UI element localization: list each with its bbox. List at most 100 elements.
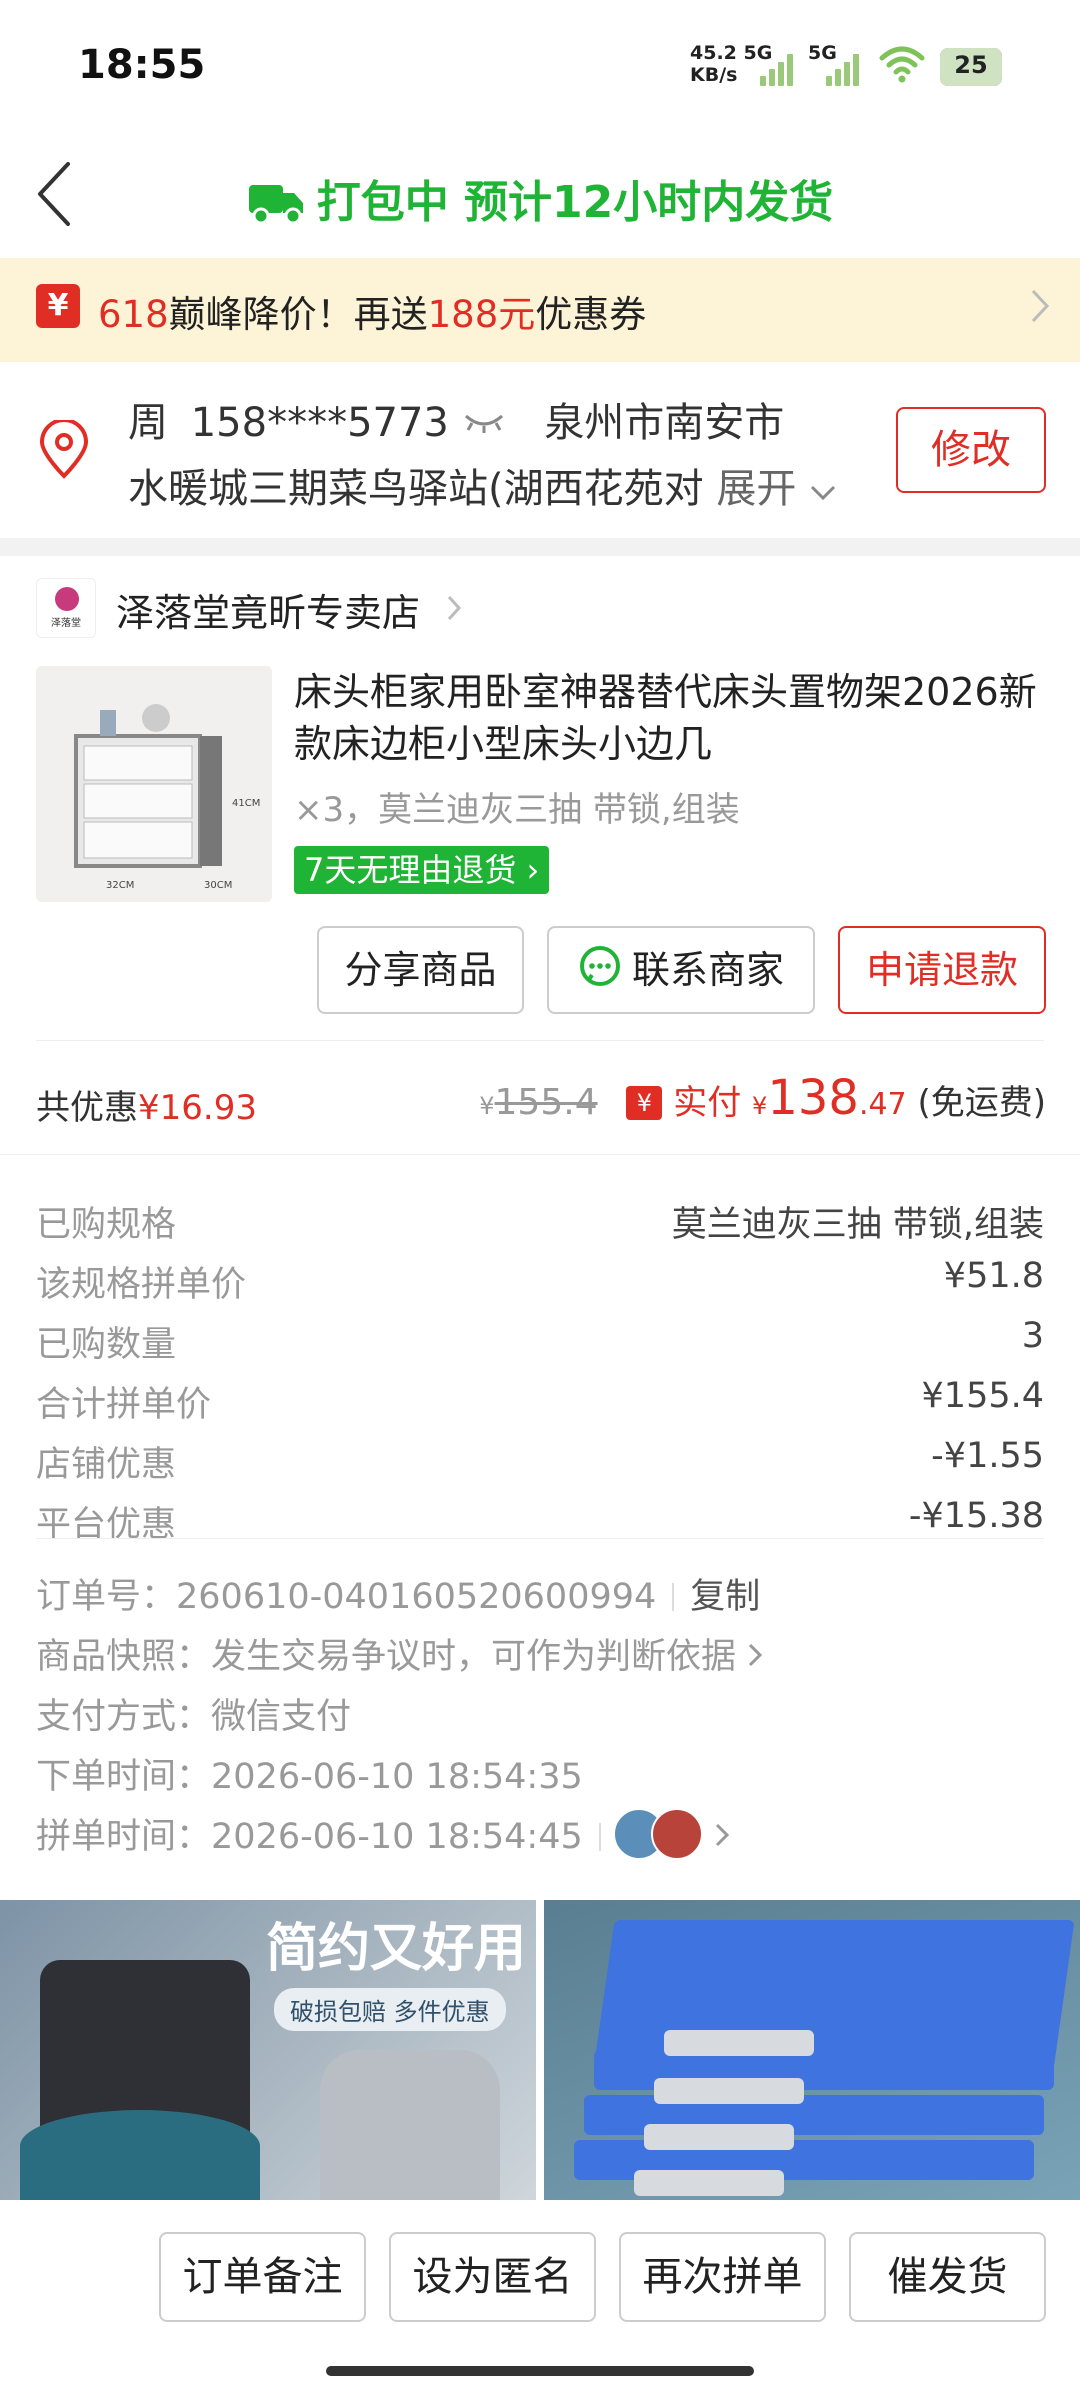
clock: 18:55 xyxy=(78,42,206,88)
regroup-button[interactable]: 再次拼单 xyxy=(619,2232,826,2322)
total-discount: 共优惠¥16.93 xyxy=(36,1080,257,1129)
group-time-label: 拼单时间： xyxy=(36,1817,212,1857)
payment-row: 支付方式：微信支付 xyxy=(36,1688,351,1739)
order-number-row: 订单号：260610-040160520600994 复制 xyxy=(36,1568,760,1619)
dimension-depth-label: 30CM xyxy=(204,880,232,891)
recipient-region: 泉州市南安市 xyxy=(544,400,785,446)
discount-value: ¥16.93 xyxy=(138,1088,257,1128)
store-name[interactable]: 泽落堂竟昕专卖店 xyxy=(116,582,420,637)
chevron-down-icon xyxy=(810,485,836,501)
paid-label: 实付 xyxy=(673,1083,742,1123)
set-anonymous-button[interactable]: 设为匿名 xyxy=(389,2232,596,2322)
bin-image xyxy=(20,2110,260,2200)
detail-value: ¥155.4 xyxy=(921,1376,1044,1416)
clipboard-ad[interactable] xyxy=(544,1900,1080,2200)
order-number-label: 订单号： xyxy=(36,1577,177,1617)
detail-value: ¥51.8 xyxy=(943,1256,1044,1296)
original-price: 155.4 xyxy=(494,1082,598,1123)
detail-label: 已购数量 xyxy=(36,1325,177,1365)
return-policy-badge[interactable]: 7天无理由退货 › xyxy=(294,846,550,894)
contact-seller-button[interactable]: 联系商家 xyxy=(547,926,815,1014)
product-spec: ×3，莫兰迪灰三抽 带锁,组装 xyxy=(294,790,740,830)
eye-closed-icon[interactable] xyxy=(462,410,506,434)
detail-row: 店铺优惠 -¥1.55 xyxy=(36,1436,1044,1496)
detail-row: 平台优惠 -¥15.38 xyxy=(36,1496,1044,1556)
divider xyxy=(36,1040,1044,1041)
ad-title: 简约又好用 xyxy=(266,1919,527,1979)
return-policy-text: 7天无理由退货 xyxy=(304,851,517,889)
dimension-width-label: 32CM xyxy=(106,880,134,891)
detail-label: 合计拼单价 xyxy=(36,1385,212,1425)
divider xyxy=(0,1154,1080,1155)
group-members[interactable] xyxy=(612,1808,703,1869)
copy-button[interactable]: 复制 xyxy=(690,1577,760,1617)
order-card: 泽落堂 泽落堂竟昕专卖店 32CM 30CM 41CM 床头柜家用卧室神器替代床… xyxy=(0,556,1080,1890)
expand-link[interactable]: 展开 xyxy=(716,466,796,512)
order-status-text: 打包中 预计12小时内发货 xyxy=(316,177,834,228)
payment-method: 微信支付 xyxy=(211,1697,352,1737)
snapshot-label: 商品快照： xyxy=(36,1637,212,1677)
detail-label: 平台优惠 xyxy=(36,1505,177,1545)
detail-value: 莫兰迪灰三抽 带锁,组装 xyxy=(671,1205,1044,1245)
promo-text-2: 优惠券 xyxy=(535,293,647,336)
home-indicator[interactable] xyxy=(326,2366,754,2376)
dimension-height-label: 41CM xyxy=(232,798,260,809)
promo-text-1: 巅峰降价！再送 xyxy=(168,293,428,336)
recommendation-banners: 简约又好用 破损包赔 多件优惠 xyxy=(0,1900,1080,2200)
group-time: 2026-06-10 18:54:45 xyxy=(211,1817,583,1857)
bottom-action-bar: 订单备注 设为匿名 再次拼单 催发货 xyxy=(0,2200,1080,2392)
signal-icon-2 xyxy=(826,50,866,86)
urge-shipping-button[interactable]: 催发货 xyxy=(849,2232,1046,2322)
payment-tag-icon: ¥ xyxy=(626,1086,663,1120)
battery-icon: 25 xyxy=(940,48,1002,86)
promo-text: 618巅峰降价！再送188元优惠券 xyxy=(98,284,646,338)
share-product-button[interactable]: 分享商品 xyxy=(317,926,524,1014)
order-number: 260610-040160520600994 xyxy=(176,1577,657,1617)
original-currency: ¥ xyxy=(479,1092,495,1120)
bin-image xyxy=(320,2050,500,2200)
shipping-address[interactable]: 周 158****5773 泉州市南安市 水暖城三期菜鸟驿站(湖西花苑对 展开 … xyxy=(0,362,1080,538)
discount-label: 共优惠 xyxy=(36,1088,138,1128)
group-time-row[interactable]: 拼单时间：2026-06-10 18:54:45 xyxy=(36,1808,730,1869)
address-detail-line: 水暖城三期菜鸟驿站(湖西花苑对 展开 xyxy=(128,456,848,514)
detail-label: 已购规格 xyxy=(36,1205,177,1245)
battery-level: 25 xyxy=(954,51,988,79)
net-speed-unit: KB/s xyxy=(690,64,738,86)
detail-row: 已购规格 莫兰迪灰三抽 带锁,组装 xyxy=(36,1196,1044,1256)
recipient-phone: 158****5773 xyxy=(190,400,449,446)
detail-row: 合计拼单价 ¥155.4 xyxy=(36,1376,1044,1436)
snapshot-row[interactable]: 商品快照：发生交易争议时，可作为判断依据 xyxy=(36,1628,763,1679)
detail-row: 该规格拼单价 ¥51.8 xyxy=(36,1256,1044,1316)
status-bar: 18:55 45.2 5G KB/s 5G 25 xyxy=(0,0,1080,130)
chevron-right-icon xyxy=(749,1643,763,1667)
signal-icon xyxy=(760,50,800,86)
detail-value: -¥15.38 xyxy=(908,1496,1044,1536)
snapshot-value: 发生交易争议时，可作为判断依据 xyxy=(211,1637,737,1677)
order-time-label: 下单时间： xyxy=(36,1757,212,1797)
detail-row: 已购数量 3 xyxy=(36,1316,1044,1376)
recipient-name: 周 xyxy=(128,400,168,446)
trash-bin-ad[interactable]: 简约又好用 破损包赔 多件优惠 xyxy=(0,1900,536,2200)
promo-banner[interactable]: ¥ 618巅峰降价！再送188元优惠券 xyxy=(0,258,1080,362)
order-time-row: 下单时间：2026-06-10 18:54:35 xyxy=(36,1748,583,1799)
chevron-right-icon xyxy=(715,1823,730,1847)
location-pin-icon xyxy=(39,420,89,479)
order-note-button[interactable]: 订单备注 xyxy=(159,2232,366,2322)
request-refund-button[interactable]: 申请退款 xyxy=(838,926,1046,1014)
product-image[interactable]: 32CM 30CM 41CM xyxy=(36,666,272,902)
address-detail: 水暖城三期菜鸟驿站(湖西花苑对 xyxy=(128,466,704,512)
coupon-icon: ¥ xyxy=(36,284,80,328)
promo-highlight-618: 618 xyxy=(98,293,169,336)
contact-seller-label: 联系商家 xyxy=(631,948,784,992)
payment-label: 支付方式： xyxy=(36,1697,212,1737)
avatar xyxy=(650,1808,703,1860)
paid-summary: ¥155.4 ¥ 实付 ¥138.47 (免运费) xyxy=(479,1070,1046,1126)
store-logo[interactable]: 泽落堂 xyxy=(36,578,96,638)
detail-value: 3 xyxy=(1021,1316,1044,1356)
paid-currency: ¥ xyxy=(752,1092,768,1120)
modify-address-button[interactable]: 修改 xyxy=(896,407,1046,493)
paid-amount-decimal: .47 xyxy=(858,1087,907,1122)
section-divider xyxy=(0,538,1080,556)
product-title[interactable]: 床头柜家用卧室神器替代床头置物架2026新款床边柜小型床头小边几 xyxy=(294,666,1054,770)
recipient-line: 周 158****5773 泉州市南安市 xyxy=(128,390,784,448)
